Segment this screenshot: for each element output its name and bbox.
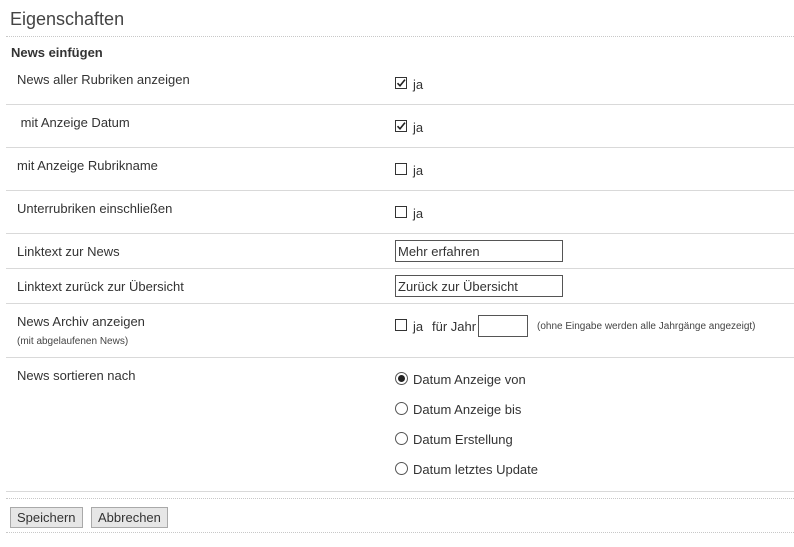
linktext-back-input[interactable] (395, 275, 563, 297)
radio-label: Datum letztes Update (413, 462, 539, 477)
row-archive: News Archiv anzeigen (mit abgelaufenen N… (6, 304, 794, 358)
year-input[interactable] (478, 315, 528, 337)
page-title: Eigenschaften (10, 9, 125, 29)
cancel-button[interactable]: Abbrechen (91, 507, 168, 528)
row-sublabel: (mit abgelaufenen News) (17, 336, 129, 347)
radio-label: Datum Anzeige von (413, 372, 526, 387)
row-show-category-name: mit Anzeige Rubrikname ja (6, 148, 794, 191)
checkbox-label: ja (413, 77, 424, 92)
checkbox-label: ja (413, 163, 424, 178)
checkmark-icon (396, 79, 406, 88)
checkbox-include-subcategories[interactable] (395, 206, 407, 218)
row-label: Unterrubriken einschließen (17, 201, 173, 216)
year-hint: (ohne Eingabe werden alle Jahrgänge ange… (537, 321, 756, 332)
radio-dot-icon (398, 375, 405, 382)
row-include-subcategories: Unterrubriken einschließen ja (6, 191, 794, 234)
bottom-divider (6, 532, 794, 533)
radio-label: Datum Anzeige bis (413, 402, 522, 417)
row-linktext-back: Linktext zurück zur Übersicht (6, 269, 794, 304)
checkbox-label: ja (413, 319, 424, 334)
checkbox-label: ja (413, 120, 424, 135)
checkbox-all-categories[interactable] (395, 77, 407, 89)
checkmark-icon (396, 122, 406, 131)
row-show-date: mit Anzeige Datum ja (6, 105, 794, 148)
row-linktext-news: Linktext zur News (6, 234, 794, 269)
save-button[interactable]: Speichern (10, 507, 83, 528)
linktext-news-input[interactable] (395, 240, 563, 262)
row-label: Linktext zur News (17, 244, 120, 259)
checkbox-show-date[interactable] (395, 120, 407, 132)
year-label: für Jahr (432, 319, 477, 334)
row-label: News Archiv anzeigen (17, 314, 145, 329)
row-label: mit Anzeige Rubrikname (17, 158, 158, 173)
row-all-categories: News aller Rubriken anzeigen ja (6, 62, 794, 105)
row-label: News aller Rubriken anzeigen (17, 72, 190, 87)
radio-sort-display-from[interactable] (395, 372, 408, 385)
row-label: Linktext zurück zur Übersicht (17, 279, 184, 294)
row-label: News sortieren nach (17, 368, 136, 383)
row-label: mit Anzeige Datum (17, 115, 130, 130)
checkbox-label: ja (413, 206, 424, 221)
buttons-divider (6, 498, 794, 499)
radio-sort-display-until[interactable] (395, 402, 408, 415)
section-title: News einfügen (11, 45, 103, 60)
radio-label: Datum Erstellung (413, 432, 513, 447)
checkbox-show-category-name[interactable] (395, 163, 407, 175)
radio-sort-created[interactable] (395, 432, 408, 445)
row-sort: News sortieren nach Datum Anzeige von Da… (6, 358, 794, 492)
title-divider (6, 36, 794, 37)
checkbox-archive[interactable] (395, 319, 407, 331)
radio-sort-last-update[interactable] (395, 462, 408, 475)
